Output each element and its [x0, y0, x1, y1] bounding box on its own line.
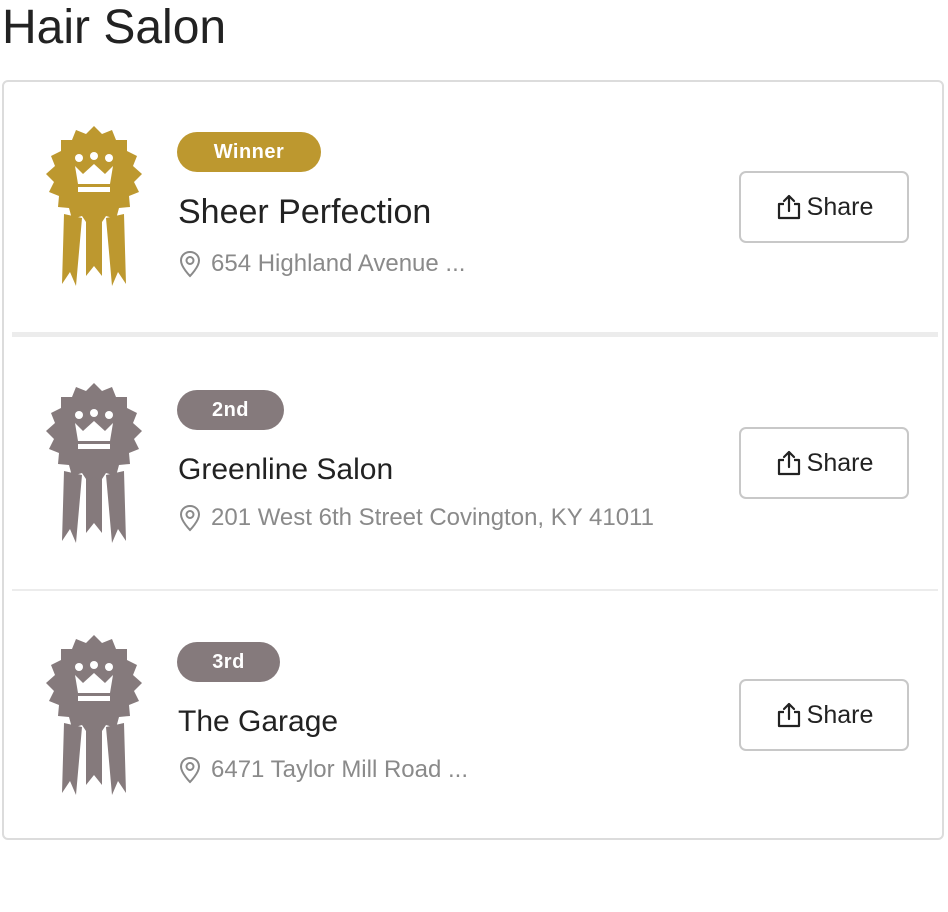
results-card: Winner Sheer Perfection 654 Highland Ave… [2, 80, 944, 840]
share-button[interactable]: Share [739, 171, 909, 243]
map-pin-icon [179, 504, 201, 532]
result-row-third: 3rd The Garage 6471 Taylor Mill Road ...… [4, 591, 942, 840]
salon-name[interactable]: Greenline Salon [178, 450, 393, 490]
result-row-second: 2nd Greenline Salon 201 West 6th Street … [4, 337, 942, 589]
salon-address-text: 6471 Taylor Mill Road ... [211, 756, 469, 783]
rank-badge: 3rd [177, 642, 280, 682]
ribbon-award-icon [46, 383, 142, 543]
salon-address-text: 201 West 6th Street Covington, KY 41011 [211, 504, 654, 531]
salon-address: 6471 Taylor Mill Road ... [178, 755, 468, 785]
salon-address-text: 654 Highland Avenue ... [211, 250, 466, 277]
share-icon [777, 450, 800, 476]
share-button[interactable]: Share [739, 427, 909, 499]
salon-name[interactable]: The Garage [178, 702, 338, 742]
ribbon-award-icon [46, 126, 142, 286]
map-pin-icon [179, 756, 201, 784]
ribbon-award-icon [46, 635, 142, 795]
share-button[interactable]: Share [739, 679, 909, 751]
share-label: Share [806, 700, 874, 729]
salon-name[interactable]: Sheer Perfection [178, 192, 431, 232]
rank-badge: Winner [177, 132, 321, 172]
share-label: Share [806, 448, 874, 477]
share-label: Share [806, 192, 874, 221]
map-pin-icon [179, 250, 201, 278]
page-title: Hair Salon [2, 1, 227, 54]
result-row-winner: Winner Sheer Perfection 654 Highland Ave… [4, 82, 942, 334]
rank-badge: 2nd [177, 390, 284, 430]
share-icon [777, 702, 800, 728]
share-icon [777, 194, 800, 220]
salon-address: 201 West 6th Street Covington, KY 41011 [178, 503, 654, 533]
salon-address: 654 Highland Avenue ... [178, 249, 465, 279]
